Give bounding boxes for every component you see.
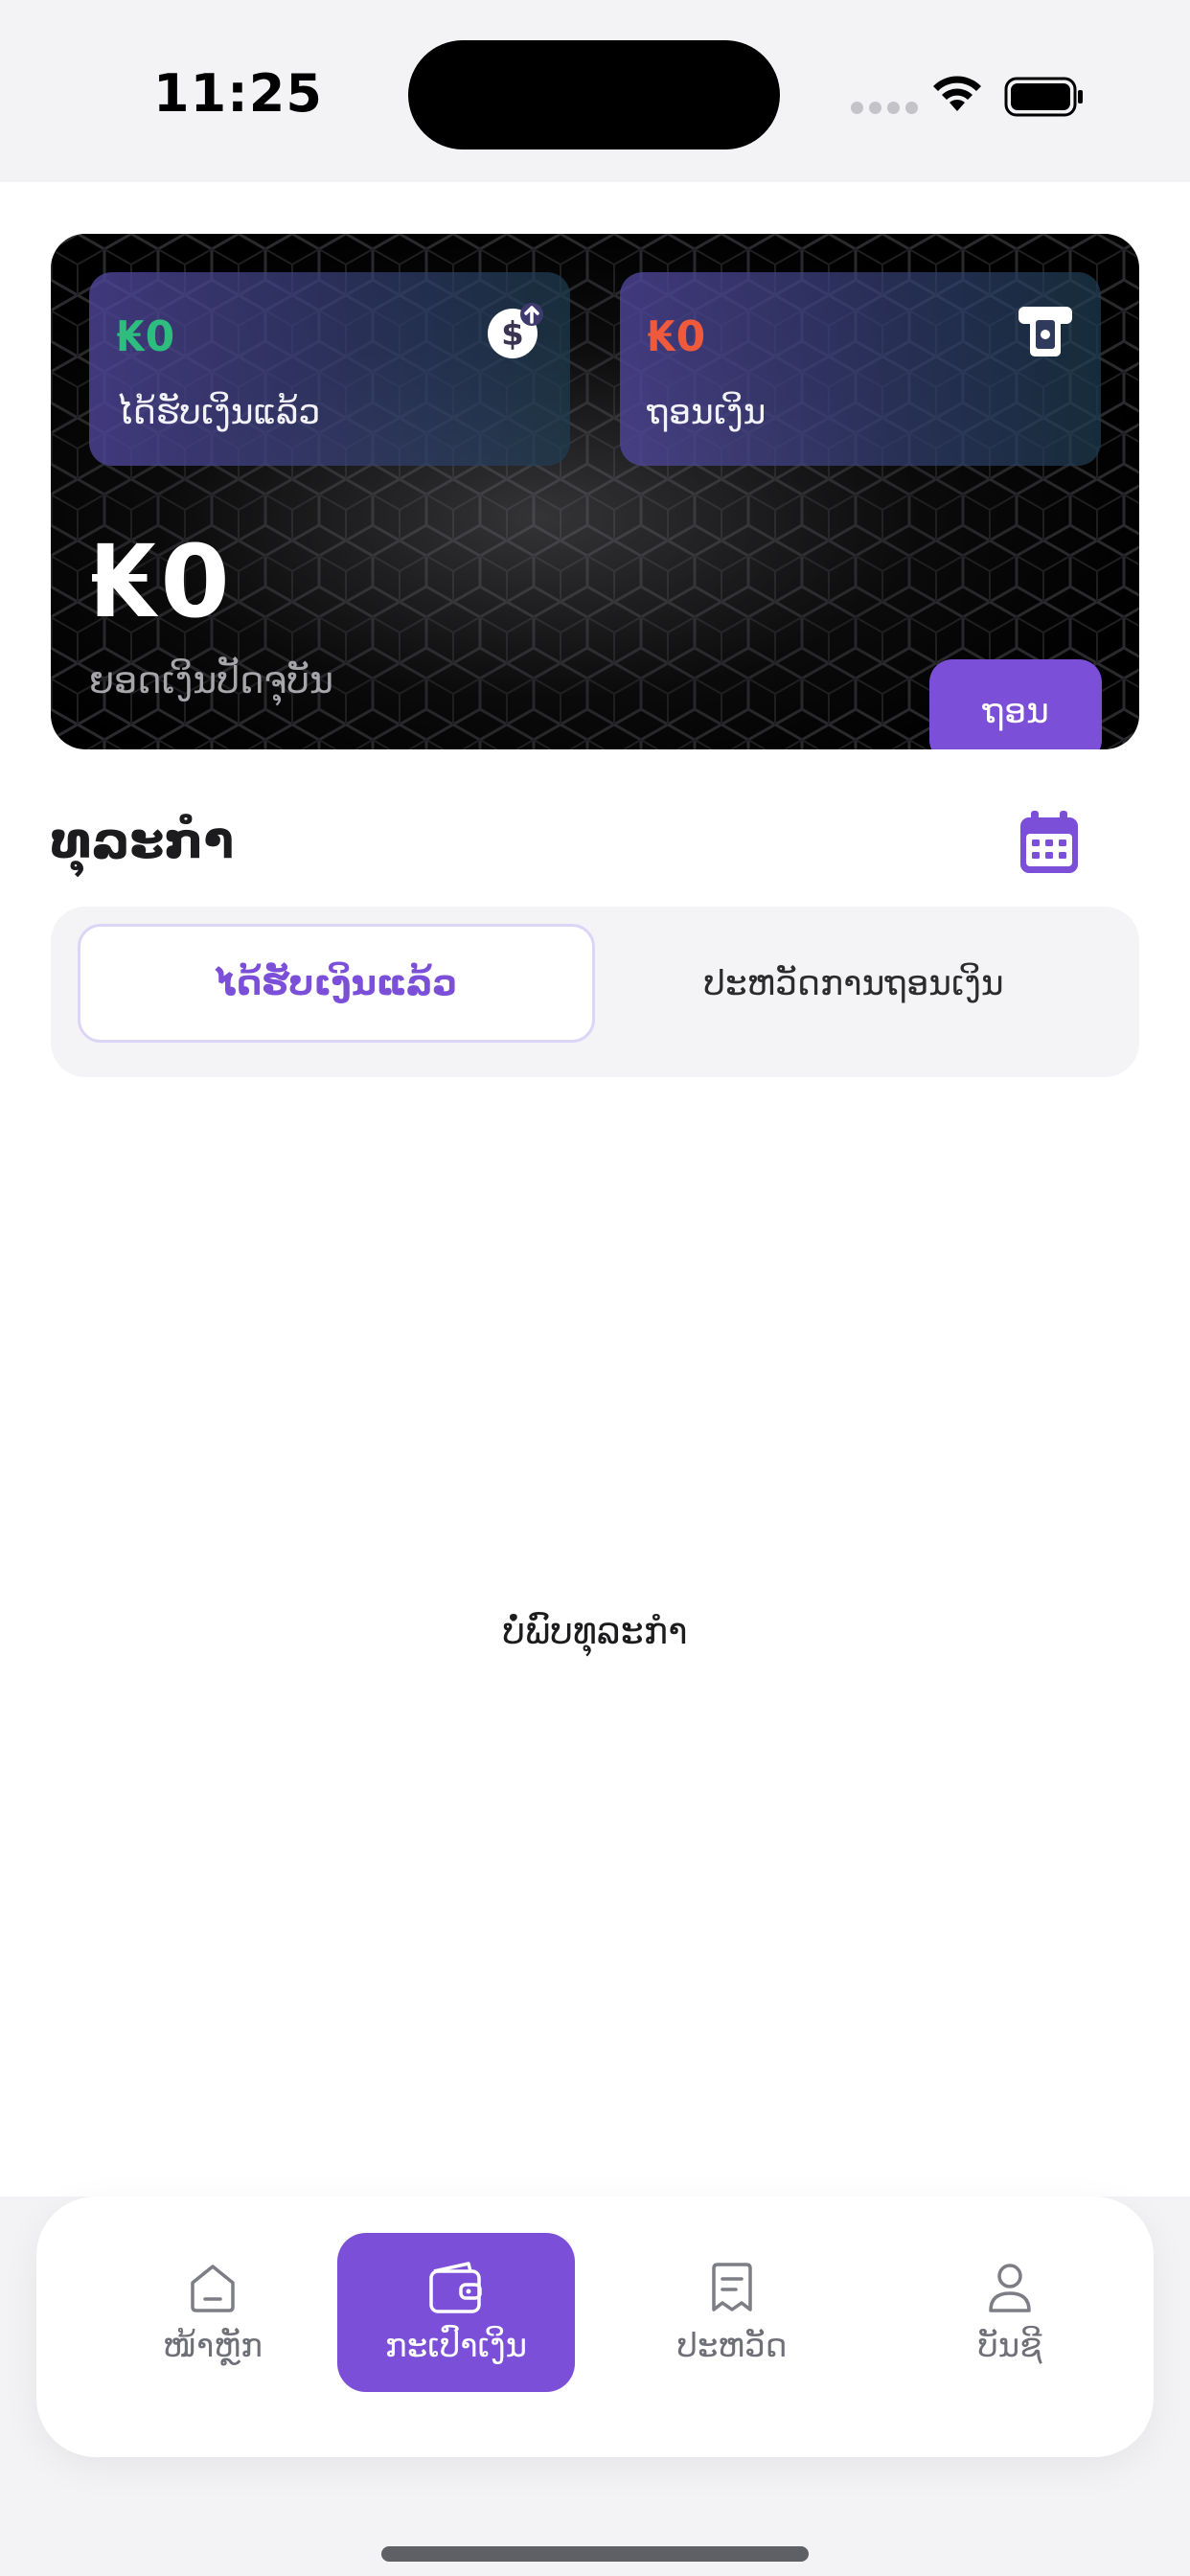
wallet-icon [429,2262,482,2313]
tab-history-label: ປະຫວັດ [676,2327,788,2365]
bottom-tab-bar: ໜ້າຫຼັກ ກະເປົາເງິນ ປະຫວັດ ບັນຊີ [36,2196,1154,2457]
transactions-title: ທຸລະກຳ [51,813,235,870]
tab-history[interactable]: ປະຫວັດ [613,2233,851,2392]
account-icon [989,2264,1031,2312]
withdrawn-label: ຖອນເງິນ [647,393,767,432]
tab-account[interactable]: ບັນຊີ [891,2233,1129,2392]
home-indicator[interactable] [381,2546,809,2562]
withdraw-stat-box: ₭0 ຖອນເງິນ [620,272,1101,466]
withdrawn-amount: ₭0 [647,312,706,361]
received-stat-box: ₭0 ໄດ້ຮັບເງິນແລ້ວ $ [89,272,570,466]
status-time: 11:25 [153,63,323,124]
tab-account-label: ບັນຊີ [977,2327,1042,2365]
dollar-up-icon: $ [488,303,543,358]
tab-withdraw-history[interactable]: ປະຫວັດການຖອນເງິນ [595,924,1112,1043]
status-bar: 11:25 [0,0,1190,182]
received-amount: ₭0 [116,312,175,361]
tab-received[interactable]: ໄດ້ຮັບເງິນແລ້ວ [78,924,595,1043]
tab-wallet[interactable]: ກະເປົາເງິນ [337,2233,575,2392]
empty-state-message: ບໍ່ພົບທຸລະກຳ [502,1610,688,1652]
calendar-icon[interactable] [1018,809,1081,876]
tab-home[interactable]: ໜ້າຫຼັກ [94,2233,332,2392]
tab-wallet-label: ກະເປົາເງິນ [384,2327,528,2365]
withdraw-button[interactable]: ຖອນ [929,659,1102,749]
svg-text:$: $ [501,315,524,354]
dynamic-island [408,40,780,150]
current-balance-amount: ₭0 [89,523,232,640]
battery-icon [1004,77,1083,117]
cellular-signal-icon [851,102,918,114]
wallet-screen: 11:25 ₭0 ໄດ້ຮັບເງິນແລ້ວ $ ₭0 ຖອນເງິນ ₭0 … [0,0,1190,2576]
tab-home-label: ໜ້າຫຼັກ [163,2327,263,2365]
current-balance-label: ຍອດເງິນປັດຈຸບັນ [89,659,334,702]
home-icon [191,2265,235,2312]
wifi-icon [933,76,981,111]
atm-withdraw-icon [1018,307,1072,356]
received-label: ໄດ້ຮັບເງິນແລ້ວ [116,393,321,432]
history-icon [712,2263,752,2312]
wallet-balance-card: ₭0 ໄດ້ຮັບເງິນແລ້ວ $ ₭0 ຖອນເງິນ ₭0 ຍອດເງິ… [51,234,1139,749]
main-content: ₭0 ໄດ້ຮັບເງິນແລ້ວ $ ₭0 ຖອນເງິນ ₭0 ຍອດເງິ… [0,182,1190,2196]
transaction-type-segment: ໄດ້ຮັບເງິນແລ້ວ ປະຫວັດການຖອນເງິນ [51,907,1139,1077]
